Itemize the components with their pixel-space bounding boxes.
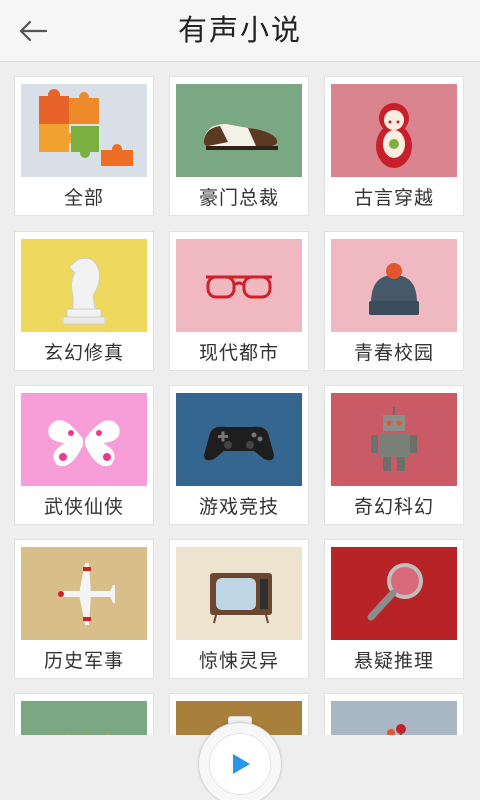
category-card-ceo-romance[interactable]: 豪门总裁 [169, 76, 309, 216]
category-thumb [331, 547, 457, 640]
category-card-partial[interactable] [324, 693, 464, 735]
category-card-gaming[interactable]: 游戏竞技 [169, 385, 309, 525]
category-label: 全部 [63, 187, 104, 209]
category-label: 玄幻修真 [43, 342, 124, 364]
butterfly-icon [48, 420, 120, 467]
category-scroll-area[interactable]: 全部 豪门总裁 古言穿越 玄幻修真 现代都市 青春校园 武侠仙侠 游戏竞技 奇幻… [0, 62, 480, 735]
airplane-icon [58, 563, 115, 625]
player-dock [198, 716, 282, 800]
category-card-partial[interactable] [14, 693, 154, 735]
category-label: 豪门总裁 [198, 187, 279, 209]
category-thumb [176, 239, 302, 332]
glasses-icon [206, 275, 272, 299]
magnifier-icon [367, 563, 423, 621]
shoe-icon [203, 124, 278, 150]
category-card-mystery[interactable]: 悬疑推理 [324, 539, 464, 679]
category-card-urban[interactable]: 现代都市 [169, 231, 309, 371]
category-thumb [176, 547, 302, 640]
category-label: 惊悚灵异 [198, 650, 279, 672]
page-title: 有声小说 [177, 13, 302, 47]
category-label: 奇幻科幻 [353, 496, 434, 518]
category-card-fantasy-cultivation[interactable]: 玄幻修真 [14, 231, 154, 371]
category-thumb [331, 701, 457, 735]
play-icon [233, 754, 250, 774]
play-button[interactable] [198, 722, 282, 800]
puzzle-icon [39, 89, 133, 166]
category-card-youth-campus[interactable]: 青春校园 [324, 231, 464, 371]
category-thumb [21, 547, 147, 640]
category-label: 现代都市 [198, 342, 279, 364]
category-card-all[interactable]: 全部 [14, 76, 154, 216]
category-thumb [176, 393, 302, 486]
category-label: 游戏竞技 [198, 496, 279, 518]
category-card-ancient-romance[interactable]: 古言穿越 [324, 76, 464, 216]
category-label: 历史军事 [43, 650, 124, 672]
category-label: 武侠仙侠 [43, 496, 124, 518]
gamepad-icon [204, 426, 274, 461]
matryoshka-icon [376, 103, 412, 168]
tv-icon [210, 573, 272, 624]
robot-icon [371, 407, 417, 471]
category-thumb [21, 84, 147, 177]
category-thumb [21, 239, 147, 332]
category-label: 古言穿越 [353, 187, 434, 209]
category-card-horror[interactable]: 惊悚灵异 [169, 539, 309, 679]
play-button-inner [209, 733, 271, 795]
chess-knight-icon [62, 257, 106, 325]
category-thumb [21, 393, 147, 486]
category-thumb [176, 84, 302, 177]
category-thumb [331, 239, 457, 332]
category-card-scifi[interactable]: 奇幻科幻 [324, 385, 464, 525]
flower-icon [387, 724, 406, 735]
category-thumb [21, 701, 147, 735]
category-thumb [331, 393, 457, 486]
category-label: 青春校园 [353, 342, 434, 364]
category-card-military-history[interactable]: 历史军事 [14, 539, 154, 679]
beanie-icon [369, 263, 419, 315]
partial-thumb-icon [55, 734, 109, 735]
category-thumb [331, 84, 457, 177]
category-label: 悬疑推理 [353, 650, 434, 672]
app-header: 有声小说 [0, 0, 480, 62]
category-card-martial-arts[interactable]: 武侠仙侠 [14, 385, 154, 525]
